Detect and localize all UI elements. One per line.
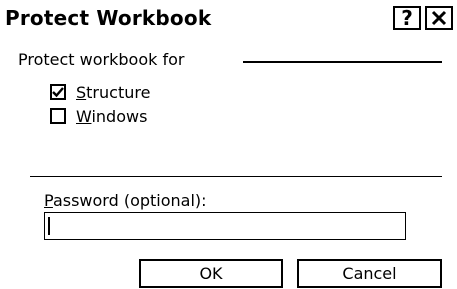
- structure-label: Structure: [76, 82, 151, 102]
- text-cursor: [48, 217, 50, 235]
- group-divider: [243, 61, 442, 63]
- section-separator: [30, 176, 442, 177]
- group-label: Protect workbook for: [18, 50, 185, 69]
- windows-option[interactable]: Windows: [50, 106, 147, 126]
- structure-checkbox[interactable]: [50, 84, 66, 100]
- windows-label: Windows: [76, 106, 148, 126]
- help-label: ?: [401, 6, 413, 30]
- protect-workbook-dialog: Protect Workbook ? Protect workbook for …: [0, 0, 457, 289]
- close-icon: [431, 10, 447, 26]
- title-bar[interactable]: Protect Workbook ?: [0, 0, 457, 38]
- ok-button[interactable]: OK: [139, 259, 283, 288]
- structure-option[interactable]: Structure: [50, 82, 150, 102]
- cancel-button[interactable]: Cancel: [297, 259, 442, 288]
- help-button[interactable]: ?: [393, 6, 421, 30]
- checkmark-icon: [52, 87, 64, 98]
- windows-checkbox[interactable]: [50, 108, 66, 124]
- password-label: Password (optional):: [44, 191, 207, 210]
- password-input[interactable]: [44, 212, 406, 240]
- dialog-title: Protect Workbook: [5, 6, 212, 30]
- close-button[interactable]: [425, 6, 453, 30]
